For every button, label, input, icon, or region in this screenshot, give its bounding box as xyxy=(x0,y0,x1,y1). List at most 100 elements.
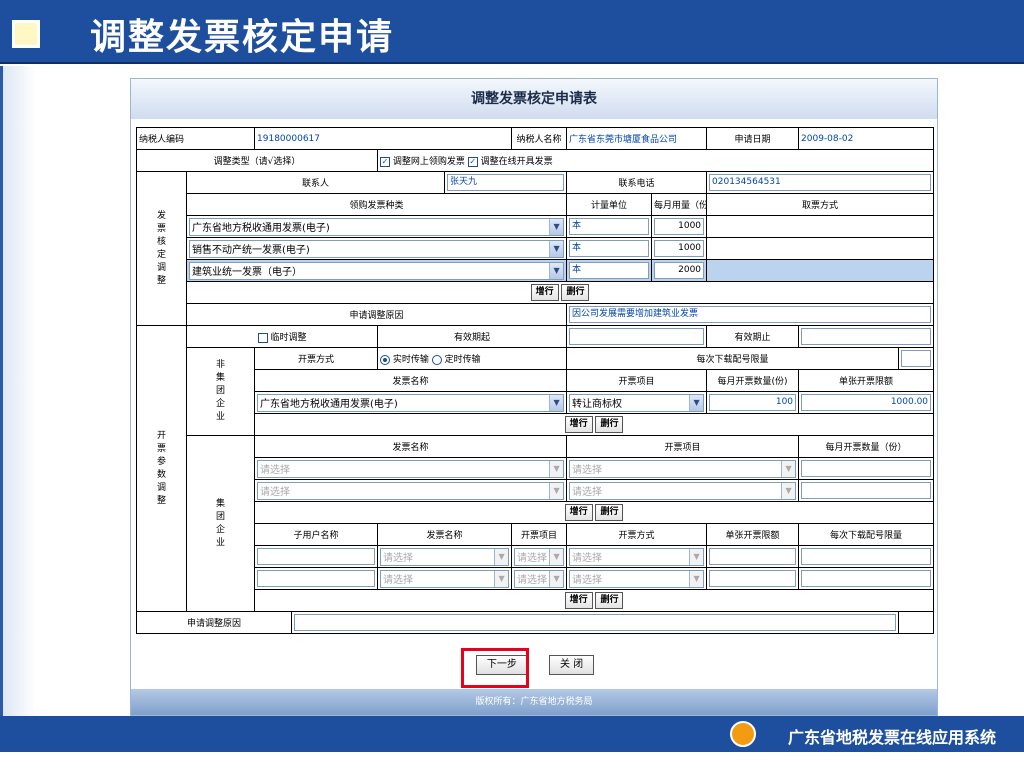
highlight-frame xyxy=(461,648,529,688)
invoice-section-side: 发票核定调整 xyxy=(136,171,187,326)
contact-input[interactable]: 张天九 xyxy=(447,174,565,191)
chevron-down-icon: ▼ xyxy=(549,394,564,411)
sub-download-input-2[interactable] xyxy=(801,570,932,587)
sub-col-download: 每次下载配号限量 xyxy=(798,523,935,546)
form-table: 纳税人编码 19180000617 纳税人名称 广东省东莞市塘厦食品公司 申请日… xyxy=(135,127,935,634)
unit-input-1[interactable]: 本 xyxy=(569,218,650,235)
non-group-invoice-select[interactable]: 广东省地方税收通用发票(电子) ▼ xyxy=(257,393,565,412)
col-single-limit: 单张开票限额 xyxy=(798,369,935,392)
group-monthly-input-1[interactable] xyxy=(801,460,932,477)
sub-item-select-1[interactable]: 请选择 ▼ xyxy=(514,547,565,566)
adjust-online-checkbox[interactable]: ✓ xyxy=(380,156,391,167)
close-button[interactable]: 关 闭 xyxy=(548,654,595,675)
qty-input-3[interactable]: 2000 xyxy=(654,262,705,279)
group-invoice-select-1[interactable]: 请选择 ▼ xyxy=(257,459,565,478)
unit-input-2[interactable]: 本 xyxy=(569,240,650,257)
chevron-down-icon: ▼ xyxy=(549,570,564,587)
chevron-down-icon: ▼ xyxy=(781,482,796,499)
qty-input-2[interactable]: 1000 xyxy=(654,240,705,257)
chevron-down-icon: ▼ xyxy=(549,262,564,279)
taxpayer-code-label: 纳税人编码 xyxy=(135,127,256,150)
footer-system-name: 广东省地税发票在线应用系统 xyxy=(787,728,996,747)
valid-to-input[interactable] xyxy=(801,328,932,345)
non-group-delete-row-button[interactable]: 删行 xyxy=(595,416,624,433)
sub-mode-select-2[interactable]: 请选择 ▼ xyxy=(569,569,705,588)
chevron-down-icon: ▼ xyxy=(549,460,564,477)
apply-date: 2009-08-02 xyxy=(798,127,935,150)
non-group-limit-input[interactable]: 1000.00 xyxy=(801,394,932,411)
sub-mode-select-1[interactable]: 请选择 ▼ xyxy=(569,547,705,566)
invoice-type-select-2[interactable]: 销售不动产统一发票(电子) ▼ xyxy=(189,239,565,258)
invoice-section-label: 发票核定调整 xyxy=(156,210,166,286)
valid-from-input[interactable] xyxy=(569,328,705,345)
taxpayer-code: 19180000617 xyxy=(254,127,513,150)
reason-input[interactable]: 因公司发展需要增加建筑业发票 xyxy=(569,306,932,323)
chevron-down-icon: ▼ xyxy=(549,240,564,257)
qty-input-1[interactable]: 1000 xyxy=(654,218,705,235)
sub-invoice-select-2[interactable]: 请选择 ▼ xyxy=(380,569,510,588)
mode-realtime-radio[interactable] xyxy=(380,354,391,365)
pickup-cell-1 xyxy=(706,215,935,238)
invoice-type-select-1[interactable]: 广东省地方税收通用发票(电子) ▼ xyxy=(189,217,565,236)
slide-title: 调整发票核定申请 xyxy=(90,16,395,58)
sub-col-limit: 单张开票限额 xyxy=(706,523,800,546)
mode-timed-radio[interactable] xyxy=(431,354,442,365)
non-group-count-input[interactable]: 100 xyxy=(709,394,797,411)
title-bar: 调整发票核定申请 xyxy=(0,0,1024,64)
phone-input[interactable]: 020134564531 xyxy=(709,174,932,191)
sub-user-input-1[interactable] xyxy=(257,548,376,565)
col-pickup: 取票方式 xyxy=(706,193,935,216)
bottom-buttons: 下一步 关 闭 xyxy=(131,654,939,684)
phone-label: 联系电话 xyxy=(566,171,708,194)
chevron-down-icon: ▼ xyxy=(689,548,704,565)
group-invoice-select-2[interactable]: 请选择 ▼ xyxy=(257,481,565,500)
non-group-item-select[interactable]: 转让商标权 ▼ xyxy=(569,393,705,412)
group-item-select-2[interactable]: 请选择 ▼ xyxy=(569,481,797,500)
sub-download-input-1[interactable] xyxy=(801,548,932,565)
adjust-issue-checkbox[interactable]: ✓ xyxy=(467,156,478,167)
delete-row-button[interactable]: 删行 xyxy=(561,284,590,301)
adjust-issue-label: 调整在线开具发票 xyxy=(480,157,553,167)
form-area: 纳税人编码 19180000617 纳税人名称 广东省东莞市塘厦食品公司 申请日… xyxy=(135,127,935,634)
non-group-add-row-button[interactable]: 增行 xyxy=(564,416,593,433)
download-limit-input[interactable] xyxy=(901,350,932,367)
col-issue-item: 开票项目 xyxy=(566,369,708,392)
pickup-cell-2 xyxy=(706,237,935,260)
sub-invoice-select-1[interactable]: 请选择 ▼ xyxy=(380,547,510,566)
contact-label: 联系人 xyxy=(185,171,446,194)
chevron-down-icon: ▼ xyxy=(781,460,796,477)
bottom-reason-input[interactable] xyxy=(294,614,897,631)
sub-limit-input-2[interactable] xyxy=(709,570,797,587)
sub-col-item: 开票项目 xyxy=(511,523,568,546)
sub-item-select-2[interactable]: 请选择 ▼ xyxy=(514,569,565,588)
apply-date-label: 申请日期 xyxy=(706,127,800,150)
chevron-down-icon: ▼ xyxy=(689,570,704,587)
sub-delete-row-button[interactable]: 删行 xyxy=(595,592,624,609)
valid-from-label: 有效期起 xyxy=(377,325,568,348)
group-item-select-1[interactable]: 请选择 ▼ xyxy=(569,459,797,478)
slide: 调整发票核定申请 调整发票核定申请表 纳税人编码 19180000617 纳税人… xyxy=(0,0,1024,768)
sub-add-row-button[interactable]: 增行 xyxy=(564,592,593,609)
tax-bureau-logo-icon xyxy=(730,721,756,747)
add-row-button[interactable]: 增行 xyxy=(530,284,559,301)
group-monthly-input-2[interactable] xyxy=(801,482,932,499)
group-add-row-button[interactable]: 增行 xyxy=(564,504,593,521)
sub-user-input-2[interactable] xyxy=(257,570,376,587)
col-invoice-name: 发票名称 xyxy=(254,369,568,392)
col-monthly: 每月用量（份/本） xyxy=(651,193,708,216)
title-square-icon xyxy=(12,20,40,48)
sub-col-invoice: 发票名称 xyxy=(377,523,513,546)
invoice-type-select-3[interactable]: 建筑业统一发票（电子） ▼ xyxy=(189,261,565,280)
non-group-label: 非集团企业 xyxy=(215,360,225,422)
chevron-down-icon: ▼ xyxy=(549,482,564,499)
unit-input-3[interactable]: 本 xyxy=(569,262,650,279)
taxpayer-name-label: 纳税人名称 xyxy=(511,127,568,150)
sub-limit-input-1[interactable] xyxy=(709,548,797,565)
chevron-down-icon: ▼ xyxy=(549,548,564,565)
non-group-side: 非集团企业 xyxy=(185,347,256,436)
sub-col-user: 子用户名称 xyxy=(254,523,379,546)
mode-realtime-label: 实时传输 xyxy=(392,355,429,365)
temp-adjust-checkbox[interactable] xyxy=(257,332,268,343)
sub-col-mode: 开票方式 xyxy=(566,523,708,546)
group-delete-row-button[interactable]: 删行 xyxy=(595,504,624,521)
